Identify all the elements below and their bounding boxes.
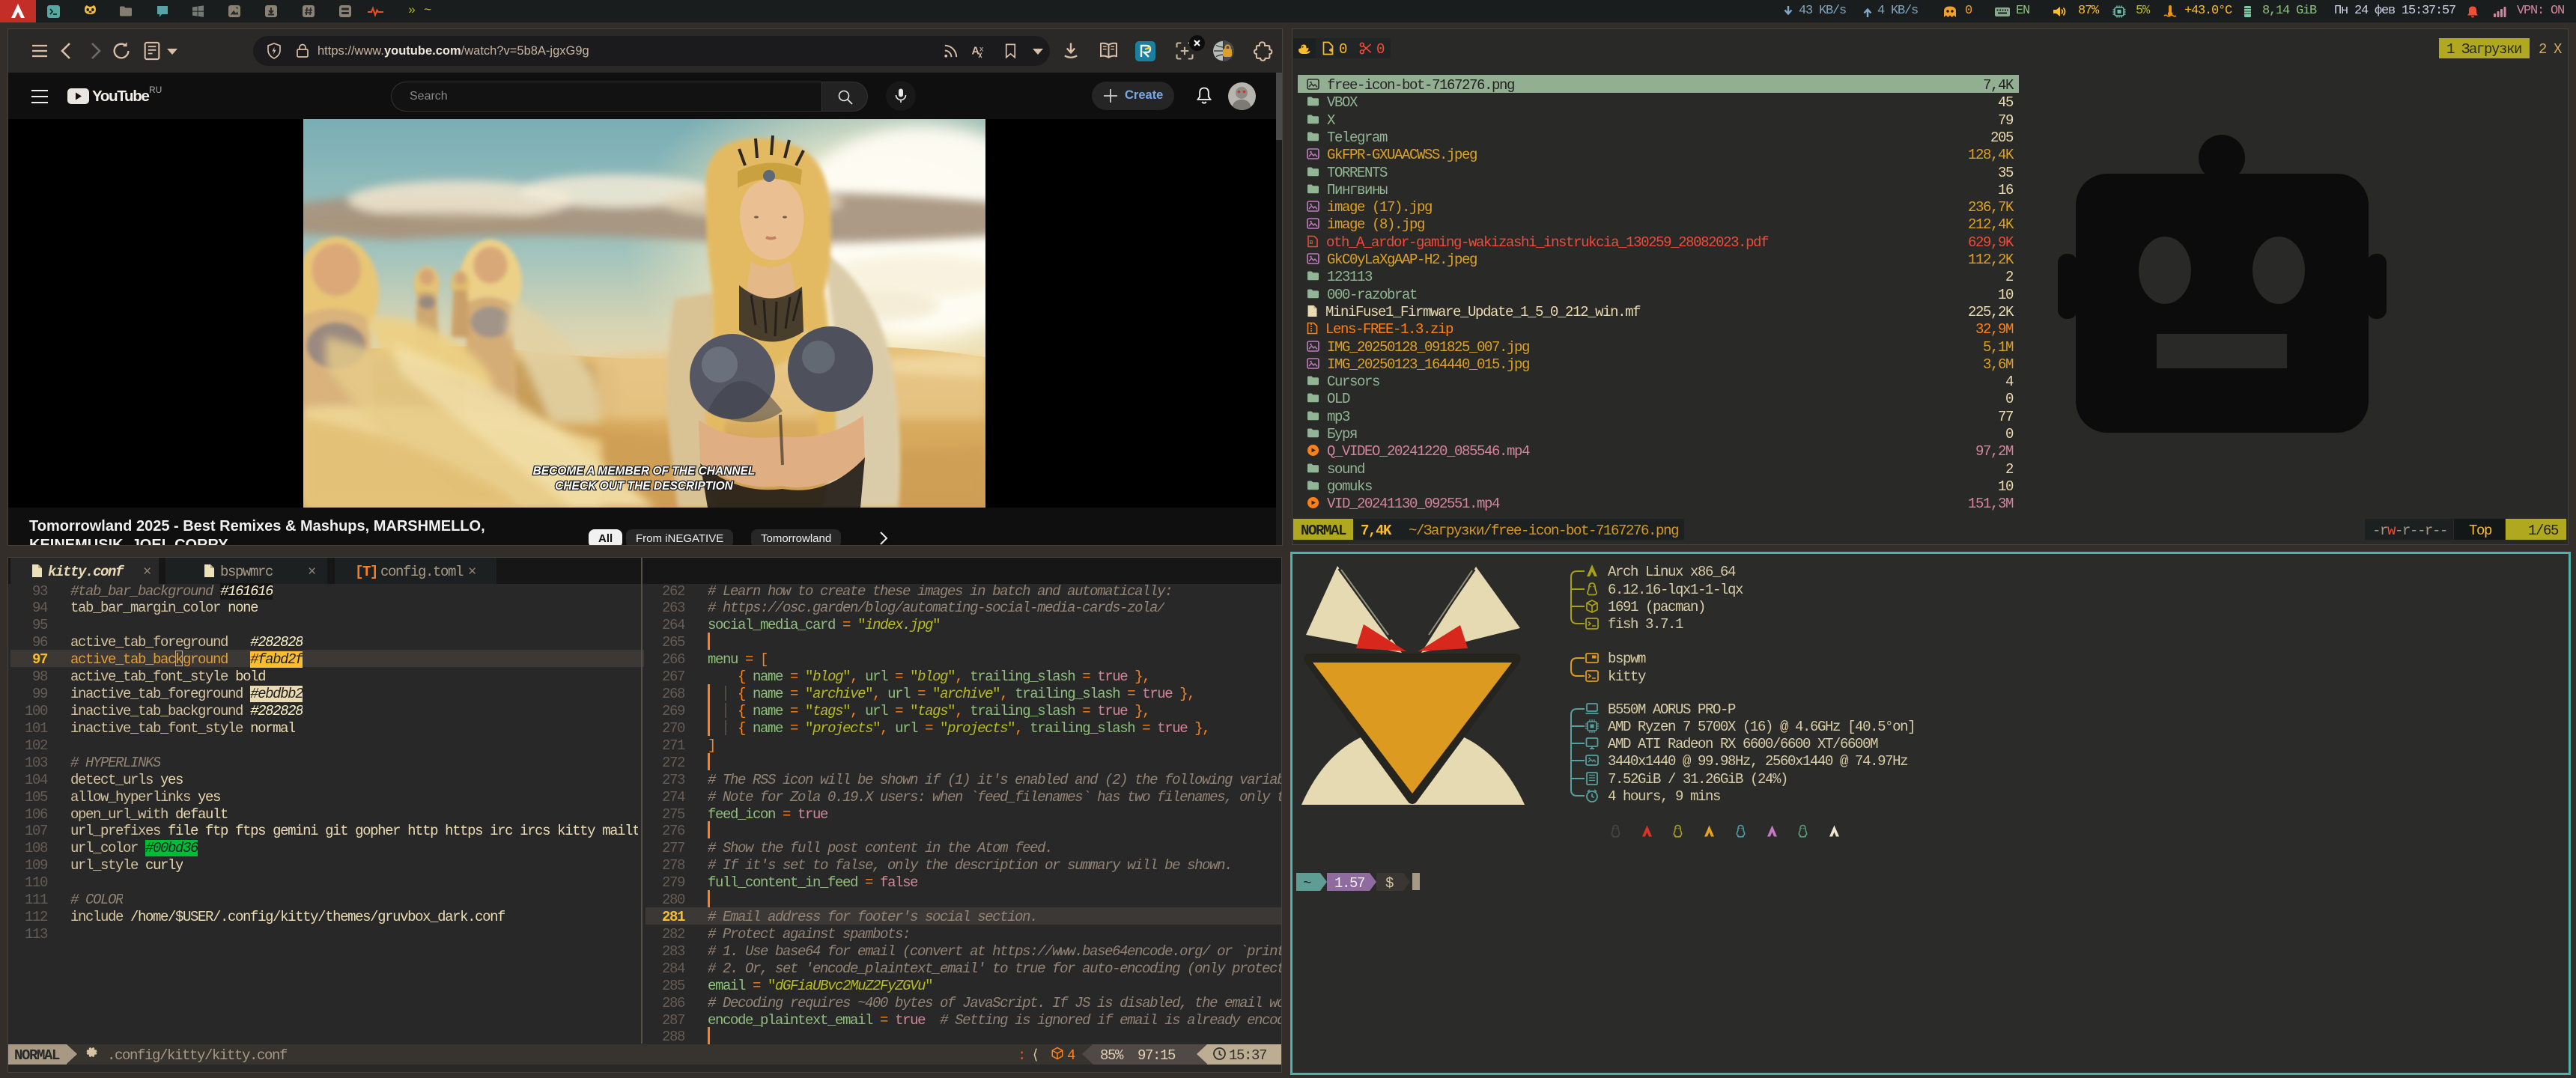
svg-text:B: B [1310, 240, 1313, 246]
svg-text:x: x [979, 45, 984, 54]
svg-text:BECOME A MEMBER OF THE CHANNEL: BECOME A MEMBER OF THE CHANNEL [533, 465, 756, 478]
svg-text:CHECK OUT THE DESCRIPTION: CHECK OUT THE DESCRIPTION [555, 480, 733, 493]
svg-text:A: A [971, 45, 979, 57]
